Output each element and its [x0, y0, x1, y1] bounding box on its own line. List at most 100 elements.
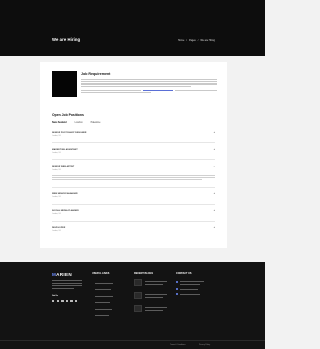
logo-text: ARIEN — [56, 272, 72, 277]
job-item-expanded[interactable]: SENIOR WEB ARTIST London, UK − — [52, 165, 215, 171]
footer-link[interactable] — [95, 289, 111, 290]
job-item[interactable]: DEVELOPER London, UK + — [52, 226, 215, 232]
open-positions-title: Open Job Positions — [52, 113, 84, 117]
requirement-text-line — [81, 79, 217, 81]
job-location: London, UK — [52, 134, 61, 137]
requirement-text-line — [81, 91, 151, 93]
job-location: London, UK — [52, 168, 61, 171]
job-item[interactable]: MARKETING ASSISTANT London, UK + — [52, 148, 215, 154]
footer-link[interactable] — [95, 308, 112, 310]
instagram-icon[interactable] — [65, 300, 69, 303]
job-description-line — [52, 175, 215, 176]
requirement-title: Job Requirement — [81, 72, 111, 76]
blog-title-line[interactable] — [145, 294, 167, 295]
requirement-image — [52, 71, 77, 97]
footer-about-line — [52, 280, 82, 281]
divider — [52, 187, 215, 188]
tab-london[interactable]: London — [75, 121, 83, 124]
divider — [52, 142, 215, 143]
expand-icon[interactable]: + — [214, 209, 215, 212]
footer-about-line — [52, 285, 82, 286]
requirement-text-line — [81, 83, 217, 85]
blog-title-line[interactable] — [145, 283, 163, 285]
requirement-text-line — [81, 89, 141, 91]
blog-title-line[interactable] — [145, 307, 167, 308]
facebook-icon[interactable] — [52, 300, 55, 303]
breadcrumb: Home / Pages / We are Hiring — [178, 39, 215, 42]
contact-address-line — [180, 281, 204, 282]
phone-icon — [176, 288, 179, 291]
expand-icon[interactable]: + — [214, 148, 215, 151]
breadcrumb-separator: / — [186, 38, 187, 42]
job-title: WEB SENIOR MANAGER — [52, 193, 78, 195]
footer-link[interactable] — [95, 302, 110, 303]
requirement-text-line — [81, 85, 191, 87]
tab-new-zealand[interactable]: New Zealand — [52, 121, 67, 124]
contact-us-title: CONTACT US — [176, 272, 192, 275]
job-item[interactable]: SENIOR PHOTOSHOP DESIGNER London, UK + — [52, 131, 215, 137]
breadcrumb-current: We are Hiring — [200, 38, 215, 42]
location-icon — [176, 280, 179, 283]
footer-link[interactable] — [95, 282, 113, 284]
expand-icon[interactable]: + — [214, 226, 215, 229]
terms-link[interactable]: Terms & Conditions — [170, 344, 186, 346]
contact-email-line[interactable] — [180, 293, 200, 295]
page: We are Hiring Home / Pages / We are Hiri… — [0, 0, 265, 349]
blog-title-line[interactable] — [145, 296, 163, 298]
tab-palestine[interactable]: Palestine — [91, 121, 101, 124]
page-title: We are Hiring — [52, 37, 81, 42]
requirement-text-line — [175, 89, 217, 91]
footer-about-line — [52, 282, 82, 284]
job-title: SENIOR PHOTOSHOP DESIGNER — [52, 132, 87, 134]
footer: MARIEN Get Us USEFUL LINKS RECENT BLOGS — [0, 262, 265, 349]
breadcrumb-pages[interactable]: Pages — [189, 39, 196, 42]
job-description-line — [52, 179, 202, 180]
job-location: London, UK — [52, 212, 61, 215]
content-panel: Job Requirement Open Job Positions New Z… — [40, 62, 227, 248]
expand-icon[interactable]: + — [214, 131, 215, 134]
useful-links-title: USEFUL LINKS — [92, 272, 110, 275]
privacy-link[interactable]: Privacy Policy — [199, 344, 210, 346]
blog-thumbnail[interactable] — [134, 279, 142, 286]
linkedin-icon[interactable] — [61, 300, 64, 303]
collapse-icon[interactable]: − — [214, 165, 215, 168]
footer-bottom-bar: Terms & Conditions Privacy Policy — [0, 340, 265, 349]
requirement-link[interactable] — [143, 89, 173, 91]
blog-thumbnail[interactable] — [134, 305, 142, 312]
breadcrumb-home[interactable]: Home — [178, 39, 184, 42]
city-tabs: New Zealand London Palestine — [52, 121, 100, 124]
job-title: MARKETING ASSISTANT — [52, 149, 78, 151]
job-title: DEVELOPER — [52, 227, 66, 229]
job-item[interactable]: SOCIAL MEDIA PLANNER London, UK + — [52, 209, 215, 215]
follow-label: Get Us — [52, 295, 59, 297]
job-description-line — [52, 177, 215, 178]
footer-link[interactable] — [95, 295, 113, 297]
footer-logo[interactable]: MARIEN — [52, 272, 72, 277]
job-item[interactable]: WEB SENIOR MANAGER London, UK + — [52, 192, 215, 198]
recent-blogs-title: RECENT BLOGS — [134, 272, 153, 275]
youtube-icon[interactable] — [74, 300, 78, 303]
divider — [52, 221, 215, 222]
job-location: London, UK — [52, 229, 61, 232]
google-icon[interactable] — [70, 300, 73, 303]
blog-title-line[interactable] — [145, 281, 167, 282]
page-header: We are Hiring Home / Pages / We are Hiri… — [0, 0, 265, 56]
social-links — [52, 300, 78, 303]
twitter-icon[interactable] — [56, 300, 59, 303]
email-icon — [176, 293, 179, 296]
footer-link[interactable] — [95, 315, 109, 316]
job-title: SOCIAL MEDIA PLANNER — [52, 210, 79, 212]
footer-about-line — [52, 287, 74, 289]
job-title: SENIOR WEB ARTIST — [52, 166, 75, 168]
blog-thumbnail[interactable] — [134, 292, 142, 299]
expand-icon[interactable]: + — [214, 192, 215, 195]
blog-title-line[interactable] — [145, 309, 163, 311]
contact-phone-line[interactable] — [180, 288, 198, 290]
divider — [52, 159, 215, 160]
contact-address-line — [180, 283, 200, 285]
job-location: London, UK — [52, 195, 61, 198]
divider — [52, 204, 215, 205]
breadcrumb-separator: / — [197, 38, 199, 42]
requirement-text-line — [81, 81, 217, 83]
job-location: London, UK — [52, 151, 61, 154]
